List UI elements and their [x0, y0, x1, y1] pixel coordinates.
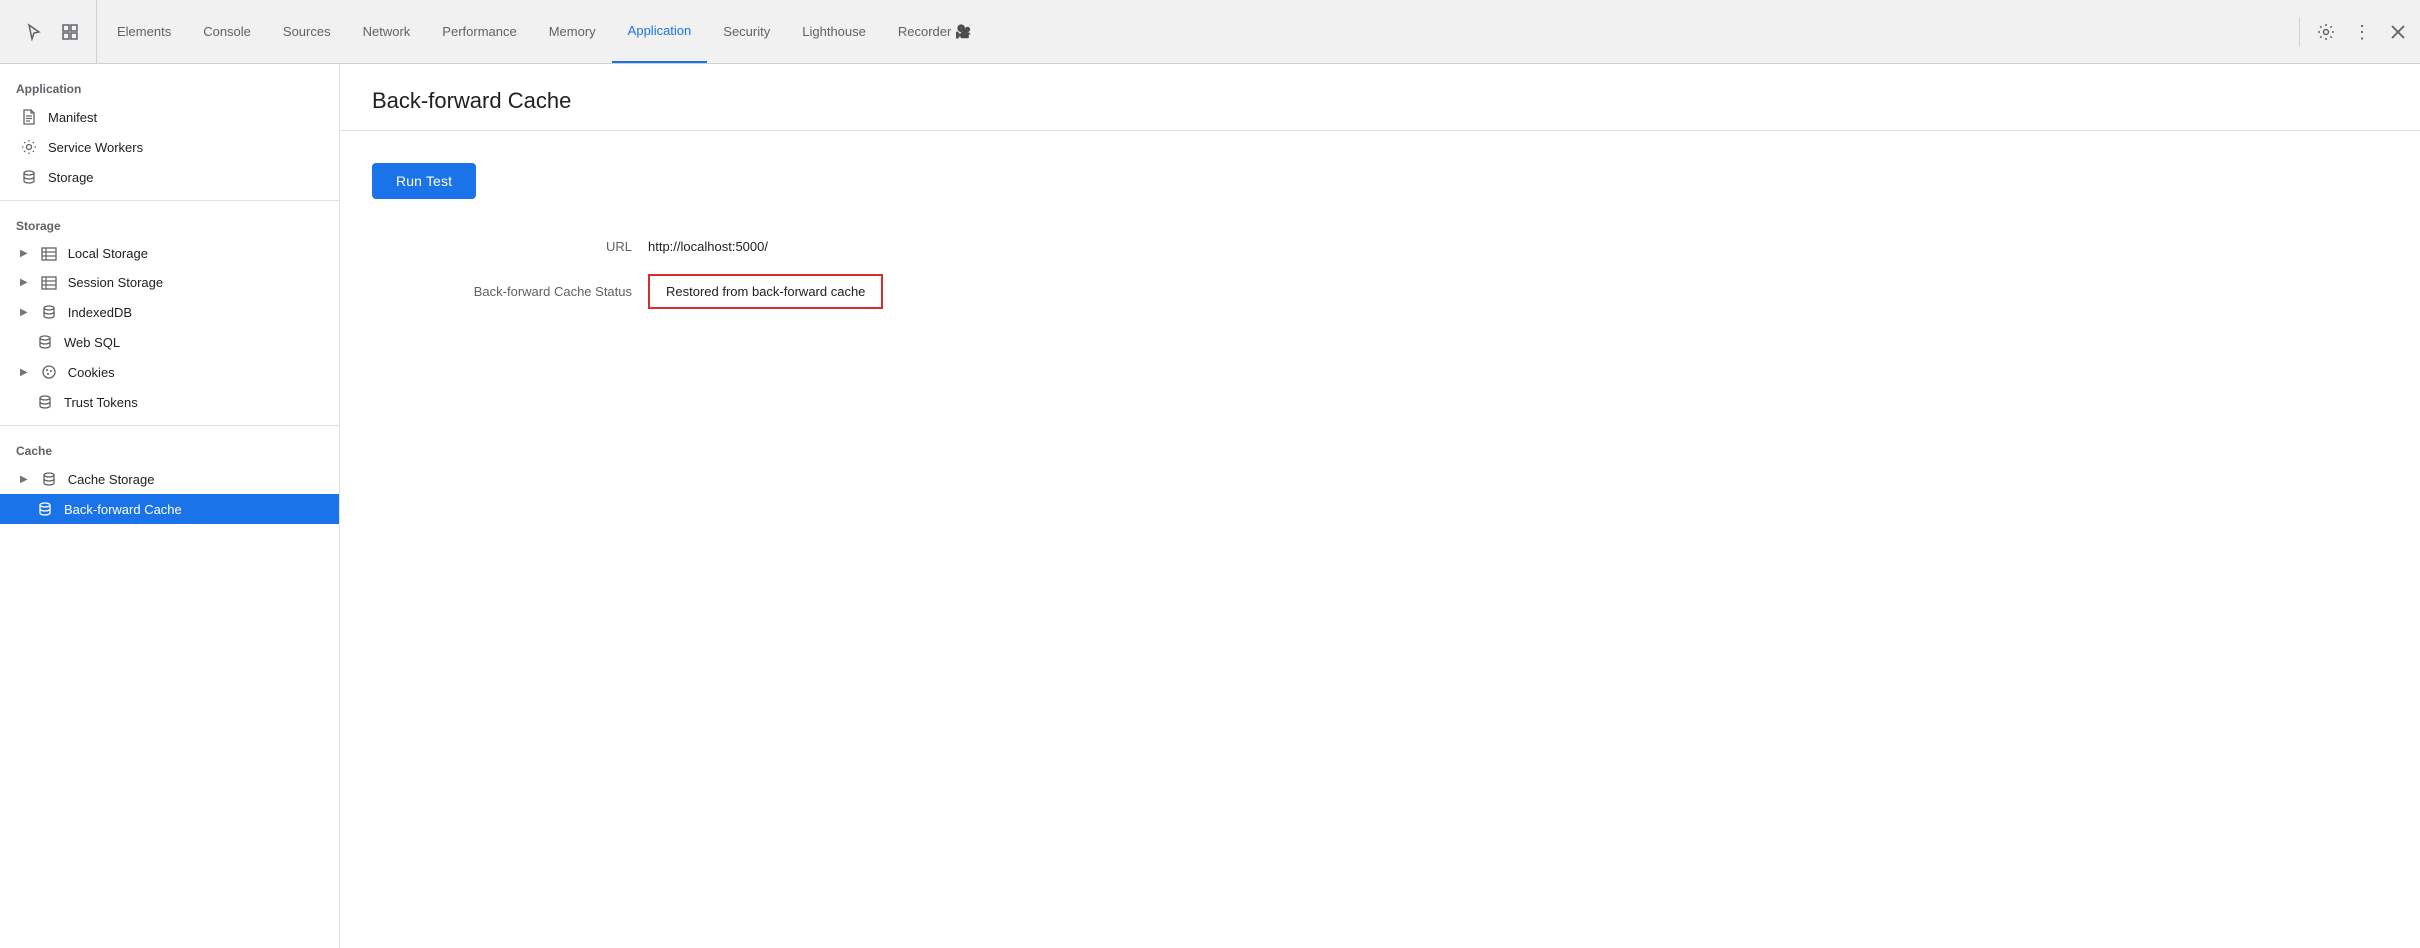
sidebar-item-web-sql-label: Web SQL — [64, 335, 120, 350]
cache-status-value: Restored from back-forward cache — [648, 274, 883, 309]
tab-performance[interactable]: Performance — [426, 0, 532, 63]
database-icon — [20, 169, 38, 185]
tab-memory[interactable]: Memory — [533, 0, 612, 63]
db-icon-indexed — [40, 304, 58, 320]
cursor-icon[interactable] — [20, 18, 48, 46]
sidebar-item-cache-storage-label: Cache Storage — [68, 472, 155, 487]
tab-bar: Elements Console Sources Network Perform… — [0, 0, 2420, 64]
gear-icon — [20, 139, 38, 155]
table-icon-local — [40, 247, 58, 261]
sidebar-item-back-forward-cache-label: Back-forward Cache — [64, 502, 182, 517]
sidebar-item-trust-tokens-label: Trust Tokens — [64, 395, 138, 410]
sidebar-item-local-storage-label: Local Storage — [68, 246, 148, 261]
cache-status-label: Back-forward Cache Status — [372, 284, 632, 299]
tab-elements[interactable]: Elements — [101, 0, 187, 63]
sidebar-item-session-storage-label: Session Storage — [68, 275, 163, 290]
devtools-icons — [8, 0, 97, 63]
tab-lighthouse[interactable]: Lighthouse — [786, 0, 882, 63]
sidebar-item-storage-main-label: Storage — [48, 170, 94, 185]
sidebar-item-cache-storage[interactable]: ▶ Cache Storage — [0, 464, 339, 494]
sidebar-item-storage-main[interactable]: Storage — [0, 162, 339, 192]
sidebar-item-session-storage[interactable]: ▶ Session Storage — [0, 268, 339, 297]
sidebar-section-application: Application — [0, 72, 339, 102]
info-grid: URL http://localhost:5000/ Back-forward … — [372, 239, 2388, 309]
expand-arrow-indexeddb: ▶ — [20, 307, 28, 318]
sidebar-section-cache: Cache — [0, 434, 339, 464]
tab-network[interactable]: Network — [347, 0, 427, 63]
expand-arrow-local-storage: ▶ — [20, 248, 28, 259]
sidebar-item-trust-tokens[interactable]: Trust Tokens — [0, 387, 339, 417]
db-icon-cache — [40, 471, 58, 487]
expand-arrow-session-storage: ▶ — [20, 277, 28, 288]
main-layout: Application Manifest Service W — [0, 64, 2420, 948]
sidebar-section-storage: Storage — [0, 209, 339, 239]
file-icon — [20, 109, 38, 125]
url-label: URL — [372, 239, 632, 254]
expand-arrow-cache-storage: ▶ — [20, 474, 28, 485]
sidebar-item-cookies-label: Cookies — [68, 365, 115, 380]
sidebar-item-web-sql[interactable]: Web SQL — [0, 327, 339, 357]
settings-icon[interactable] — [2312, 18, 2340, 46]
tab-application[interactable]: Application — [612, 0, 708, 63]
tab-console[interactable]: Console — [187, 0, 267, 63]
page-title: Back-forward Cache — [340, 64, 2420, 131]
db-icon-websql — [36, 334, 54, 350]
sidebar-item-back-forward-cache[interactable]: Back-forward Cache — [0, 494, 339, 524]
cookie-icon — [40, 364, 58, 380]
sidebar-item-indexeddb-label: IndexedDB — [68, 305, 132, 320]
inspect-icon[interactable] — [56, 18, 84, 46]
content-body: Run Test URL http://localhost:5000/ Back… — [340, 131, 2420, 341]
expand-arrow-cookies: ▶ — [20, 367, 28, 378]
sidebar-item-service-workers[interactable]: Service Workers — [0, 132, 339, 162]
tab-bar-actions: ⋮ — [2299, 18, 2412, 46]
url-value: http://localhost:5000/ — [648, 239, 768, 254]
db-icon-bfc — [36, 501, 54, 517]
close-icon[interactable] — [2384, 18, 2412, 46]
divider-1 — [0, 200, 339, 201]
sidebar: Application Manifest Service W — [0, 64, 340, 948]
sidebar-item-service-workers-label: Service Workers — [48, 140, 143, 155]
tab-sources[interactable]: Sources — [267, 0, 347, 63]
cache-status-row: Back-forward Cache Status Restored from … — [372, 274, 2388, 309]
run-test-button[interactable]: Run Test — [372, 163, 476, 199]
sidebar-item-cookies[interactable]: ▶ Cookies — [0, 357, 339, 387]
sidebar-item-manifest-label: Manifest — [48, 110, 97, 125]
sidebar-item-manifest[interactable]: Manifest — [0, 102, 339, 132]
tab-security[interactable]: Security — [707, 0, 786, 63]
sidebar-item-local-storage[interactable]: ▶ Local Storage — [0, 239, 339, 268]
more-options-icon[interactable]: ⋮ — [2348, 18, 2376, 46]
url-row: URL http://localhost:5000/ — [372, 239, 2388, 254]
db-icon-trust — [36, 394, 54, 410]
content-area: Back-forward Cache Run Test URL http://l… — [340, 64, 2420, 948]
table-icon-session — [40, 276, 58, 290]
tab-recorder[interactable]: Recorder 🎥 — [882, 0, 987, 63]
sidebar-item-indexeddb[interactable]: ▶ IndexedDB — [0, 297, 339, 327]
divider-2 — [0, 425, 339, 426]
